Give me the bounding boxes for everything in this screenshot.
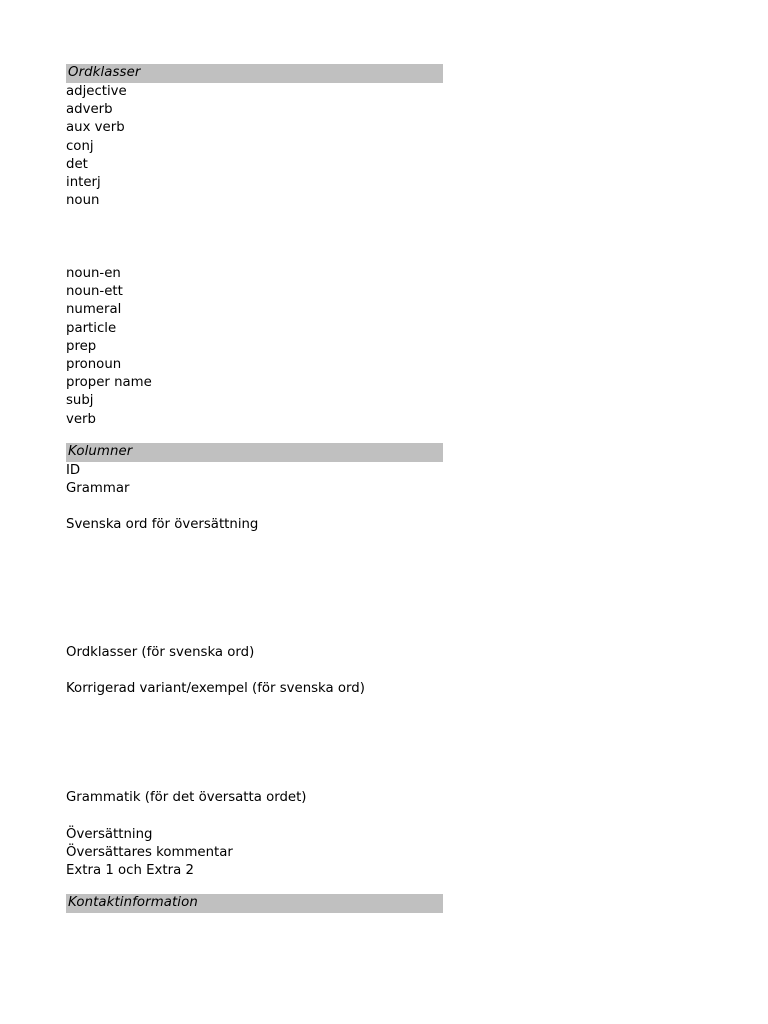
blank-gap — [66, 808, 444, 826]
blank-gap — [66, 698, 444, 789]
blank-gap — [66, 535, 444, 644]
section-heading-ordklasser: Ordklasser — [66, 64, 443, 83]
list-item: adverb — [66, 102, 113, 118]
ordklasser-list-group-b: noun-en noun-ett numeral particle prep p… — [66, 265, 444, 429]
list-item: Korrigerad variant/exempel (för svenska … — [66, 681, 365, 697]
list-item: particle — [66, 320, 117, 336]
list-item: Ordklasser (för svenska ord) — [66, 644, 255, 660]
list-item: subj — [66, 393, 94, 409]
blank-gap — [66, 662, 444, 680]
blank-gap — [66, 429, 444, 443]
list-item: Översättning — [66, 826, 153, 842]
list-item: prep — [66, 338, 97, 354]
list-item: conj — [66, 138, 94, 154]
list-item: aux verb — [66, 120, 125, 136]
blank-gap — [66, 880, 444, 894]
list-item: proper name — [66, 375, 152, 391]
section-heading-kolumner: Kolumner — [66, 442, 443, 462]
list-item: numeral — [66, 302, 122, 318]
list-item: adjective — [66, 84, 127, 99]
list-item: Översättares kommentar — [66, 845, 233, 861]
list-item: ID — [66, 462, 81, 478]
ordklasser-list-group-a: adjective adverb aux verb conj det inter… — [66, 83, 444, 210]
blank-gap — [66, 498, 444, 516]
list-item: Grammar — [66, 481, 130, 497]
list-item: Extra 1 och Extra 2 — [66, 863, 194, 879]
list-item: Svenska ord för översättning — [66, 517, 259, 533]
list-item: noun-ett — [66, 284, 123, 300]
document-page: Ordklasser adjective adverb aux verb con… — [0, 0, 768, 1024]
list-item: noun — [66, 193, 100, 209]
list-item: verb — [66, 411, 96, 427]
list-item: det — [66, 156, 88, 172]
list-item: noun-en — [66, 266, 121, 282]
list-item: interj — [66, 175, 101, 191]
list-item: Grammatik (för det översatta ordet) — [66, 790, 307, 806]
blank-gap — [66, 210, 444, 265]
section-heading-kontaktinformation: Kontaktinformation — [66, 894, 443, 914]
kolumner-list: ID Grammar Svenska ord för översättning … — [66, 462, 444, 881]
list-item: pronoun — [66, 357, 122, 373]
document-content: Ordklasser adjective adverb aux verb con… — [66, 64, 444, 914]
